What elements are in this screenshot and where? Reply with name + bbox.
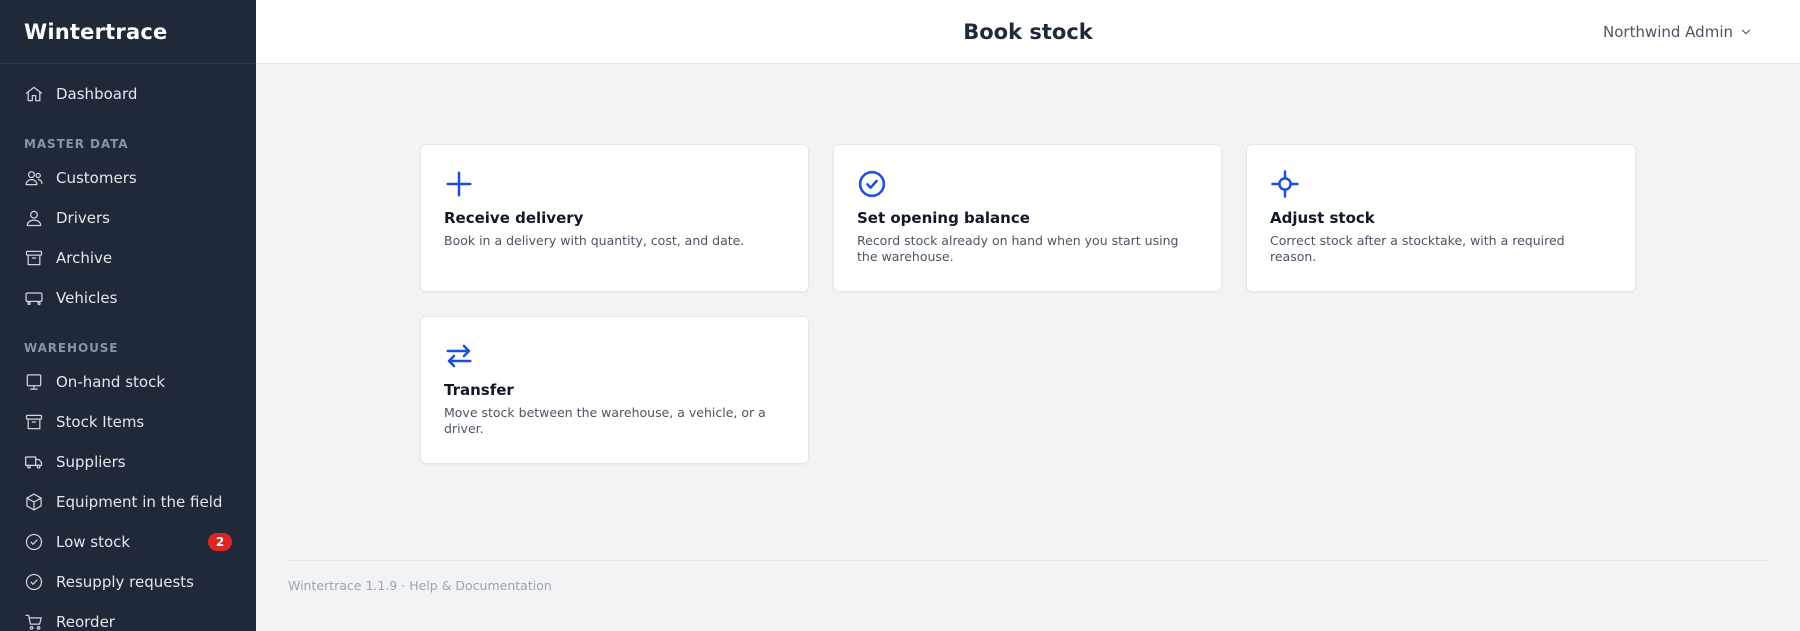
app-brand[interactable]: Wintertrace <box>0 0 256 64</box>
sidebar-item-drivers[interactable]: Drivers <box>0 198 256 238</box>
footer: Wintertrace 1.1.9 · Help & Documentation <box>288 578 552 593</box>
sidebar-item-archive[interactable]: Archive <box>0 238 256 278</box>
sidebar-nav: Dashboard MASTER DATA Customers Drivers … <box>0 64 256 631</box>
check-circle-icon <box>857 169 887 199</box>
sidebar-item-reorder[interactable]: Reorder <box>0 602 256 631</box>
user-menu[interactable]: Northwind Admin <box>1603 0 1753 64</box>
sidebar-item-equipment-in-the-field[interactable]: Equipment in the field <box>0 482 256 522</box>
set-opening-balance-card[interactable]: Set opening balance Record stock already… <box>833 144 1222 292</box>
check-circle-icon <box>24 532 44 552</box>
section-label-warehouse: WAREHOUSE <box>24 341 119 355</box>
sidebar-item-label: Archive <box>56 249 113 267</box>
users-icon <box>24 168 44 188</box>
truck-icon <box>24 452 44 472</box>
receive-delivery-card[interactable]: Receive delivery Book in a delivery with… <box>420 144 809 292</box>
sidebar-item-on-hand-stock[interactable]: On-hand stock <box>0 362 256 402</box>
card-title: Transfer <box>444 381 514 399</box>
cube-icon <box>24 492 44 512</box>
card-title: Set opening balance <box>857 209 1030 227</box>
display-icon <box>24 372 44 392</box>
sidebar-item-label: Resupply requests <box>56 573 194 591</box>
sidebar-item-dashboard[interactable]: Dashboard <box>0 74 256 114</box>
top-header: Book stock Northwind Admin <box>256 0 1800 64</box>
crosshair-icon <box>1270 169 1300 199</box>
page-title: Book stock <box>963 20 1093 44</box>
sidebar-item-stock-items[interactable]: Stock Items <box>0 402 256 442</box>
low-stock-count-badge: 2 <box>208 533 232 551</box>
sidebar: Wintertrace Dashboard MASTER DATA Custom… <box>0 0 256 631</box>
sidebar-item-suppliers[interactable]: Suppliers <box>0 442 256 482</box>
sidebar-item-label: Low stock <box>56 533 131 551</box>
card-description: Record stock already on hand when you st… <box>857 233 1179 264</box>
sidebar-item-label: Customers <box>56 169 137 187</box>
user-icon <box>24 208 44 228</box>
plus-icon <box>444 169 474 199</box>
adjust-stock-card[interactable]: Adjust stock Correct stock after a stock… <box>1246 144 1636 292</box>
cart-icon <box>24 612 44 631</box>
footer-version: Wintertrace 1.1.9 <box>288 578 398 593</box>
archive-icon <box>24 248 44 268</box>
sidebar-item-label: Suppliers <box>56 453 126 471</box>
sidebar-item-label: On-hand stock <box>56 373 166 391</box>
footer-separator: · <box>401 578 406 593</box>
card-description: Move stock between the warehouse, a vehi… <box>444 405 766 436</box>
sidebar-item-label: Dashboard <box>56 85 138 103</box>
section-label-master-data: MASTER DATA <box>24 137 129 151</box>
sidebar-item-label: Equipment in the field <box>56 493 223 511</box>
sidebar-item-vehicles[interactable]: Vehicles <box>0 278 256 318</box>
card-description: Correct stock after a stocktake, with a … <box>1270 233 1565 264</box>
sidebar-item-resupply-requests[interactable]: Resupply requests <box>0 562 256 602</box>
arrows-exchange-icon <box>444 341 474 371</box>
home-icon <box>24 84 44 104</box>
transfer-card[interactable]: Transfer Move stock between the warehous… <box>420 316 809 464</box>
help-documentation-link[interactable]: Help & Documentation <box>409 578 552 593</box>
sidebar-item-label: Stock Items <box>56 413 145 431</box>
chevron-down-icon <box>1741 29 1751 35</box>
card-title: Receive delivery <box>444 209 584 227</box>
vehicle-icon <box>24 288 44 308</box>
archive-icon <box>24 412 44 432</box>
card-description: Book in a delivery with quantity, cost, … <box>444 233 745 248</box>
card-title: Adjust stock <box>1270 209 1375 227</box>
sidebar-item-label: Drivers <box>56 209 110 227</box>
sidebar-item-customers[interactable]: Customers <box>0 158 256 198</box>
footer-divider <box>288 560 1768 561</box>
sidebar-item-label: Vehicles <box>56 289 118 307</box>
sidebar-item-label: Reorder <box>56 613 115 631</box>
user-menu-label: Northwind Admin <box>1603 23 1733 41</box>
sidebar-item-low-stock[interactable]: Low stock 2 <box>0 522 256 562</box>
check-circle-icon <box>24 572 44 592</box>
